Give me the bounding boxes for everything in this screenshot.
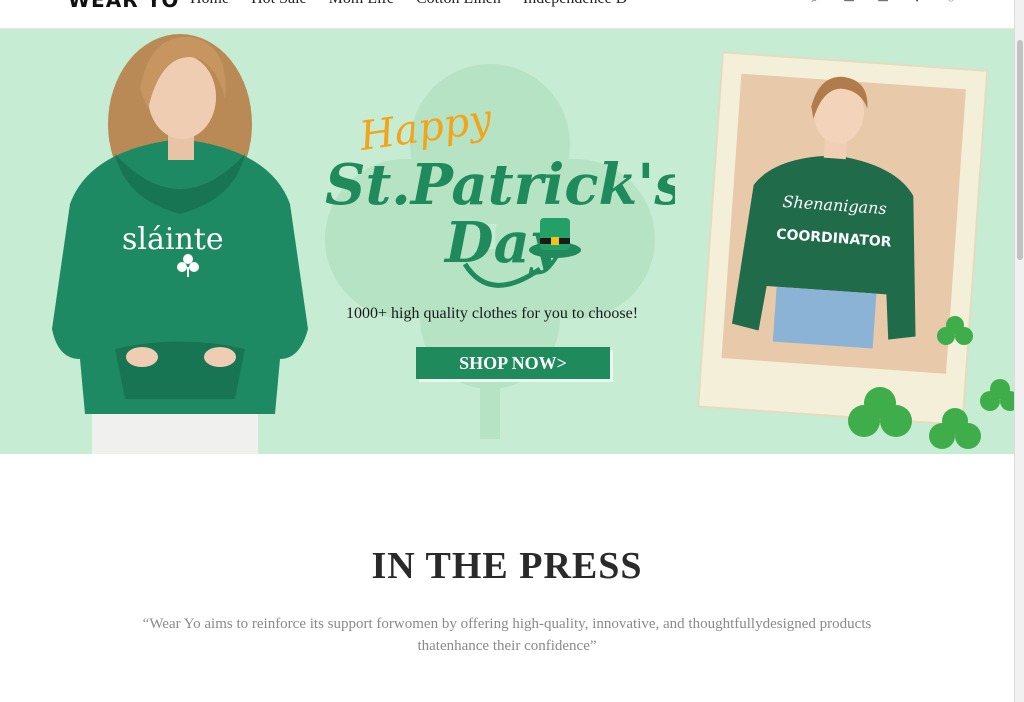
- heart-icon[interactable]: ♥: [910, 0, 924, 6]
- shop-now-button[interactable]: SHOP NOW>: [416, 347, 610, 379]
- header-icons: ⌕ ▭ ▭ ♥ ◌: [808, 0, 958, 6]
- press-quote: “Wear Yo aims to reinforce its support f…: [142, 616, 872, 654]
- headline-happy: Happy: [356, 96, 496, 160]
- model-hoodie-image: sláinte: [52, 34, 308, 454]
- press-section-title: IN THE PRESS: [371, 544, 643, 587]
- site-logo[interactable]: WEAR YO: [68, 0, 179, 12]
- globe-icon[interactable]: ◌: [944, 0, 958, 6]
- site-header: WEAR YO Home Hot Sale Mom Life Cotton Li…: [0, 0, 1014, 29]
- bag-icon[interactable]: ▭: [876, 0, 890, 6]
- headline-st-patricks: St.Patrick's: [325, 152, 675, 218]
- hoodie-print-text: sláinte: [122, 222, 224, 257]
- page-scrollbar[interactable]: [1014, 0, 1024, 702]
- nav-item-independence-day[interactable]: Independence D: [523, 0, 627, 8]
- st-patricks-day-headline: Happy St.Patrick's Day: [325, 96, 675, 288]
- search-icon[interactable]: ⌕: [808, 0, 822, 6]
- account-icon[interactable]: ▭: [842, 0, 856, 6]
- hero-banner[interactable]: sláinte Happy St.Patrick's Day 1000+ hig…: [0, 29, 1014, 454]
- shamrock-decoration-icon: [848, 316, 1014, 449]
- nav-item-home[interactable]: Home: [190, 0, 229, 8]
- main-nav: Home Hot Sale Mom Life Cotton Linen Inde…: [190, 0, 627, 8]
- scrollbar-thumb[interactable]: [1017, 40, 1023, 260]
- nav-item-cotton-linen[interactable]: Cotton Linen: [416, 0, 501, 8]
- hero-tagline: 1000+ high quality clothes for you to ch…: [346, 305, 639, 322]
- nav-item-mom-life[interactable]: Mom Life: [329, 0, 394, 8]
- nav-item-hot-sale[interactable]: Hot Sale: [251, 0, 307, 8]
